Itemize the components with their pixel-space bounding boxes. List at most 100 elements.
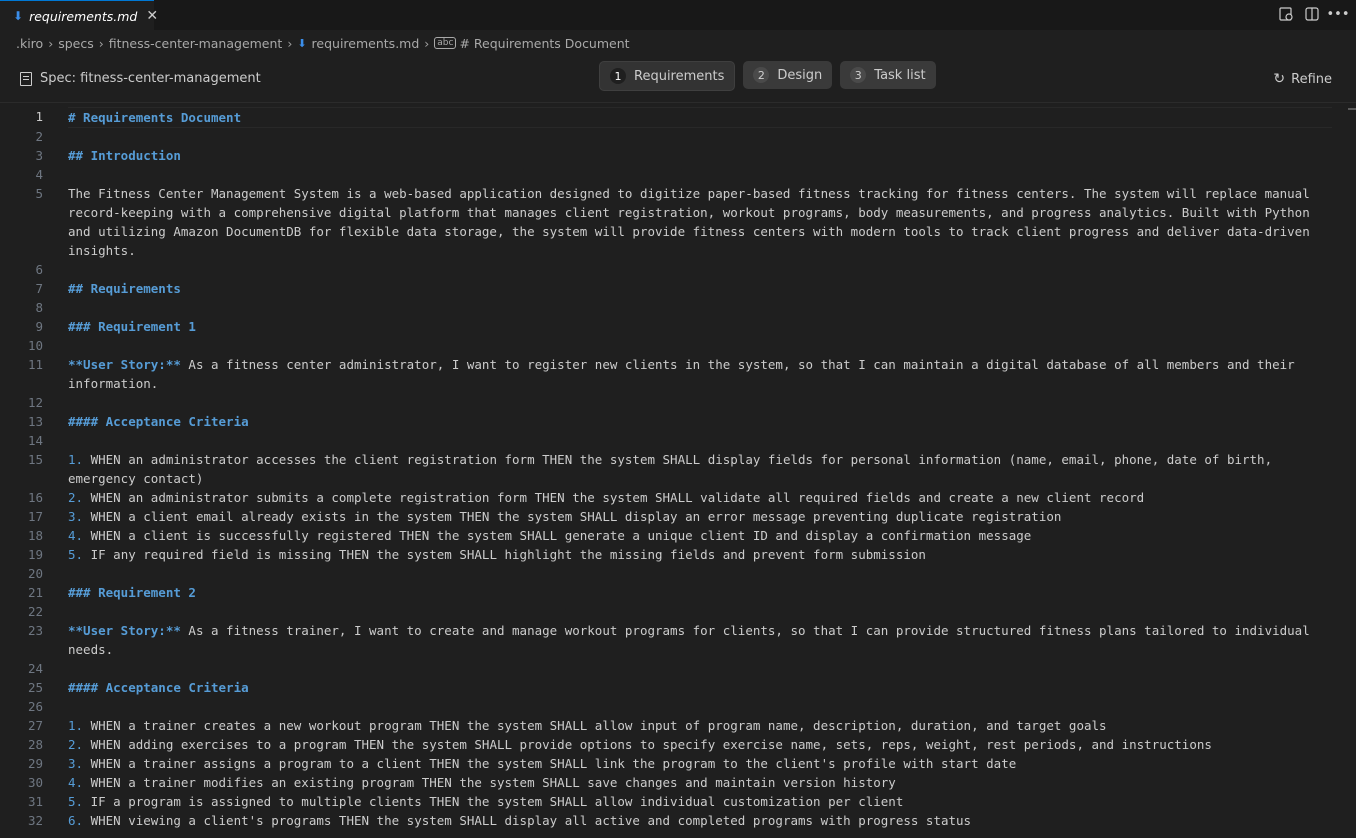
list-num-text: 2. [68,490,84,505]
more-actions-icon[interactable]: ••• [1327,6,1350,22]
line-content [68,659,1332,678]
list-num-text: 1. [68,452,84,467]
line-content: 5. IF any required field is missing THEN… [68,545,1332,564]
step-task-list[interactable]: 3 Task list [840,61,936,89]
line-content [68,260,1332,279]
line-number: 2 [35,129,43,144]
heading-text: #### Acceptance Criteria [68,680,249,695]
bold-lead-text: **User Story:** [68,623,181,638]
line-number: 28 [27,737,43,752]
heading-text: ### Requirement 1 [68,319,196,334]
code-line: 1 # Requirements Document [0,107,1356,128]
line-number: 17 [27,509,43,524]
code-line: 18 4. WHEN a client is successfully regis… [0,526,1356,545]
open-preview-icon[interactable] [1278,6,1294,22]
refine-label: Refine [1291,71,1332,87]
code-line: 23 **User Story:** As a fitness trainer, … [0,621,1356,659]
refine-button[interactable]: ↻ Refine [1273,71,1332,87]
line-content [68,602,1332,621]
step-design[interactable]: 2 Design [743,61,833,89]
code-line: 27 1. WHEN a trainer creates a new workou… [0,716,1356,735]
spec-label: Spec: fitness-center-management [20,71,261,86]
list-num-text: 6. [68,813,84,828]
code-line: 12 [0,393,1356,412]
list-num-text: 4. [68,528,84,543]
code-line: 6 [0,260,1356,279]
code-line: 10 [0,336,1356,355]
line-content: ### Requirement 2 [68,583,1332,602]
code-line: 7 ## Requirements [0,279,1356,298]
line-text: WHEN an administrator submits a complete… [83,490,1145,505]
line-number: 9 [35,319,43,334]
code-line: 14 [0,431,1356,450]
line-number: 15 [27,452,43,467]
list-num-text: 5. [68,794,84,809]
code-line: 24 [0,659,1356,678]
line-content: 4. WHEN a client is successfully registe… [68,526,1332,545]
code-line: 11 **User Story:** As a fitness center ad… [0,355,1356,393]
line-content [68,336,1332,355]
breadcrumb-item-kiro[interactable]: .kiro [16,36,43,51]
line-number: 18 [27,528,43,543]
line-content: ## Requirements [68,279,1332,298]
list-num-text: 3. [68,509,84,524]
line-content: 6. WHEN viewing a client's programs THEN… [68,811,1332,830]
tab-requirements-md[interactable]: ⬇ requirements.md ✕ [0,0,158,31]
line-content: #### Acceptance Criteria [68,678,1332,697]
code-line: 16 2. WHEN an administrator submits a com… [0,488,1356,507]
line-text: WHEN adding exercises to a program THEN … [83,737,1212,752]
step-number: 3 [850,67,867,83]
code-line: 3 ## Introduction [0,146,1356,165]
line-number: 30 [27,775,43,790]
code-line: 21 ### Requirement 2 [0,583,1356,602]
step-label: Design [777,67,823,83]
code-line: 30 4. WHEN a trainer modifies an existing… [0,773,1356,792]
step-number: 1 [610,68,626,84]
line-number: 7 [35,281,43,296]
code-line: 17 3. WHEN a client email already exists … [0,507,1356,526]
editor-content[interactable]: 1 # Requirements Document 2 3 ## Introducti… [0,107,1356,838]
line-number: 26 [27,699,43,714]
refresh-icon: ↻ [1273,71,1286,87]
code-line: 2 [0,127,1356,146]
line-number: 31 [27,794,43,809]
code-lines: 1 # Requirements Document 2 3 ## Introducti… [0,107,1356,830]
list-num-text: 1. [68,718,84,733]
close-icon[interactable]: ✕ [146,8,158,24]
chevron-right-icon: › [48,35,54,51]
line-content: 3. WHEN a client email already exists in… [68,507,1332,526]
chevron-right-icon: › [424,35,430,51]
chevron-right-icon: › [98,35,104,51]
step-label: Task list [874,67,926,83]
line-number: 29 [27,756,43,771]
line-content [68,431,1332,450]
breadcrumb: .kiro › specs › fitness-center-managemen… [0,30,1356,56]
line-number: 25 [27,680,43,695]
breadcrumb-item-file[interactable]: requirements.md [312,36,420,51]
code-line: 9 ### Requirement 1 [0,317,1356,336]
line-number: 20 [27,566,43,581]
line-number: 21 [27,585,43,600]
line-content: The Fitness Center Management System is … [68,184,1332,260]
line-number: 24 [27,661,43,676]
line-number: 10 [27,338,43,353]
line-text: WHEN a client email already exists in th… [83,509,1062,524]
line-number: 16 [27,490,43,505]
bold-lead-text: **User Story:** [68,357,181,372]
line-text: WHEN a trainer creates a new workout pro… [83,718,1107,733]
breadcrumb-item-specs[interactable]: specs [58,36,94,51]
breadcrumb-item-symbol[interactable]: # Requirements Document [459,36,629,51]
heading-text: #### Acceptance Criteria [68,414,249,429]
split-editor-icon[interactable] [1304,6,1320,22]
line-content: 3. WHEN a trainer assigns a program to a… [68,754,1332,773]
breadcrumb-item-folder[interactable]: fitness-center-management [109,36,283,51]
code-line: 28 2. WHEN adding exercises to a program … [0,735,1356,754]
code-line: 4 [0,165,1356,184]
line-text: As a fitness center administrator, I wan… [68,357,1303,391]
code-line: 26 [0,697,1356,716]
line-number: 4 [35,167,43,182]
code-line: 25 #### Acceptance Criteria [0,678,1356,697]
line-number: 11 [27,357,43,372]
line-number: 6 [35,262,43,277]
step-requirements[interactable]: 1 Requirements [599,61,736,91]
